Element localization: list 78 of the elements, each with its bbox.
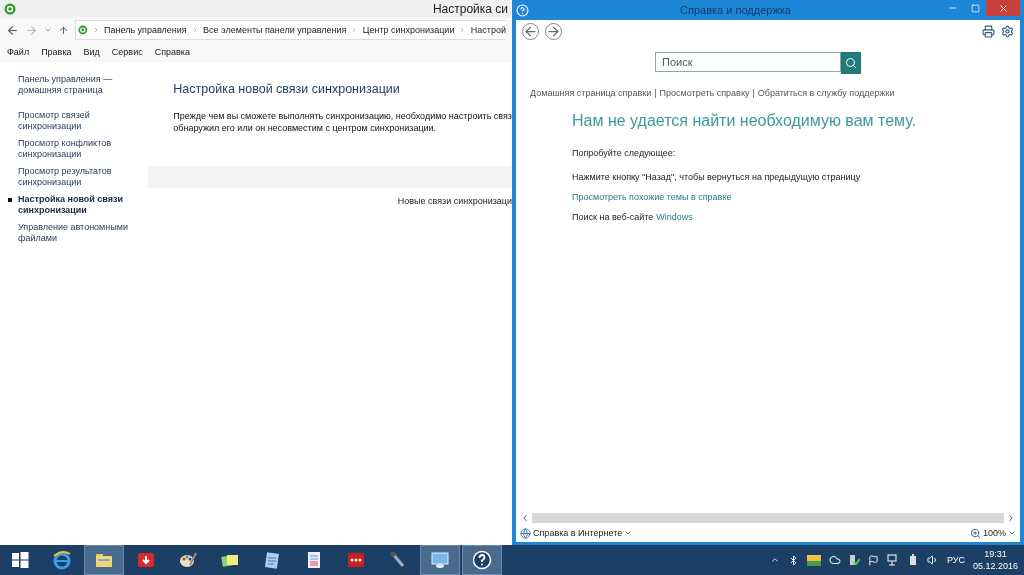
zoom-dropdown[interactable]: 100%	[969, 527, 1016, 539]
back-icon[interactable]	[6, 23, 19, 37]
dropdown-caret-icon	[624, 529, 633, 537]
breadcrumb-separator-icon	[92, 26, 99, 34]
recent-pages-icon[interactable]	[44, 26, 52, 34]
volume-icon[interactable]	[926, 554, 939, 566]
sync-center-icon	[4, 3, 16, 15]
sidebar-link[interactable]: Просмотр результатов синхронизации	[18, 166, 128, 188]
horizontal-scrollbar[interactable]	[532, 513, 1004, 523]
link-separator: |	[654, 88, 657, 98]
suggestion-text: Нажмите кнопку "Назад", чтобы вернуться на предыдущую страницу	[572, 172, 862, 182]
nav-link[interactable]: Домашняя страница справки	[530, 88, 652, 98]
web-link[interactable]: Windows	[656, 212, 693, 222]
windows-logo-icon	[10, 550, 30, 570]
help-icon	[516, 3, 529, 17]
tray-app-icon	[806, 554, 821, 566]
print-icon[interactable]	[982, 24, 995, 38]
settings-icon[interactable]	[1001, 24, 1014, 38]
menu-item[interactable]: Справка	[154, 47, 190, 57]
breadcrumb[interactable]: Центр синхронизации	[362, 25, 455, 35]
menu-item[interactable]: Сервис	[111, 47, 143, 57]
intro-text: Попробуйте следующее:	[572, 148, 677, 158]
address-bar[interactable]: Панель управления Все элементы панели управления Центр синхронизации Настрой	[75, 20, 506, 40]
taskbar-button[interactable]	[462, 545, 502, 575]
maximize-icon	[970, 3, 980, 13]
show-hidden-icons-icon[interactable]	[769, 555, 780, 565]
window-title: Справка и поддержка	[679, 4, 792, 16]
dropdown-caret-icon	[1008, 529, 1016, 537]
sidebar-link[interactable]: Управление автономными файлами	[18, 222, 128, 244]
sync-center-icon	[78, 24, 88, 36]
breadcrumb-separator-icon	[459, 26, 466, 34]
browser-icon	[52, 550, 72, 570]
description-text: Прежде чем вы сможете выполнять синхронизацию, необходимо настроить связ обнаружил его или он несовместим с центром синхронизации.	[172, 110, 512, 134]
breadcrumb-separator-icon	[351, 26, 358, 34]
zoom-icon	[969, 527, 981, 539]
notepad-icon	[262, 550, 282, 570]
globe-icon	[520, 527, 531, 539]
breadcrumb[interactable]: Панель управления	[104, 25, 187, 35]
help-icon	[472, 550, 492, 570]
help-heading: Нам не удается найти необходимую вам тему.	[572, 112, 918, 130]
dots-app-icon	[346, 550, 366, 570]
battery-check-icon	[848, 554, 860, 566]
scroll-right-icon[interactable]	[1006, 513, 1016, 523]
suggestion-link[interactable]: Просмотреть похожие темы в справке	[572, 192, 1020, 202]
group-label: Новые связи синхронизаци	[396, 195, 512, 206]
breadcrumb[interactable]: Все элементы панели управления	[203, 25, 347, 35]
clock-date[interactable]: 05.12.2016	[972, 561, 1018, 571]
menu-item[interactable]: Файл	[7, 47, 30, 57]
search-button[interactable]	[841, 52, 861, 74]
suggestion-text: Поиск на веб-сайте	[572, 212, 654, 222]
breadcrumb-separator-icon	[191, 26, 199, 34]
breadcrumb[interactable]: Настрой	[470, 25, 506, 35]
bullet-icon	[8, 198, 12, 202]
menu-item[interactable]: Вид	[83, 47, 100, 57]
language-indicator[interactable]: РУС	[946, 555, 965, 565]
page-heading: Настройка новой связи синхронизации	[172, 82, 401, 96]
nav-link[interactable]: Обратиться в службу поддержки	[757, 88, 895, 98]
clock-time[interactable]: 19:31	[984, 549, 1007, 559]
scroll-left-icon[interactable]	[520, 513, 530, 523]
menu-item[interactable]: Правка	[41, 47, 72, 57]
sidebar-link[interactable]: Панель управления — домашняя страница	[18, 74, 128, 96]
remote-desktop-icon	[430, 550, 450, 570]
sidebar-link[interactable]: Просмотр связей синхронизации	[18, 110, 128, 132]
action-center-icon[interactable]	[867, 554, 879, 566]
close-icon	[997, 2, 1009, 14]
download-icon	[136, 550, 156, 570]
online-help-dropdown[interactable]: Справка в Интернете	[520, 527, 633, 539]
window-title: Настройка си	[432, 2, 508, 16]
up-icon[interactable]	[58, 24, 69, 36]
search-field[interactable]: Поиск	[655, 52, 841, 72]
cloud-icon[interactable]	[828, 554, 841, 566]
nav-link[interactable]: Просмотреть справку	[659, 88, 750, 98]
search-icon	[845, 57, 857, 69]
sidebar-link[interactable]: Просмотр конфликтов синхронизации	[18, 138, 128, 160]
sidebar-link[interactable]: Настройка новой связи синхронизации	[18, 194, 128, 216]
palette-icon	[178, 550, 198, 570]
network-icon	[886, 554, 899, 566]
link-separator: |	[752, 88, 755, 98]
